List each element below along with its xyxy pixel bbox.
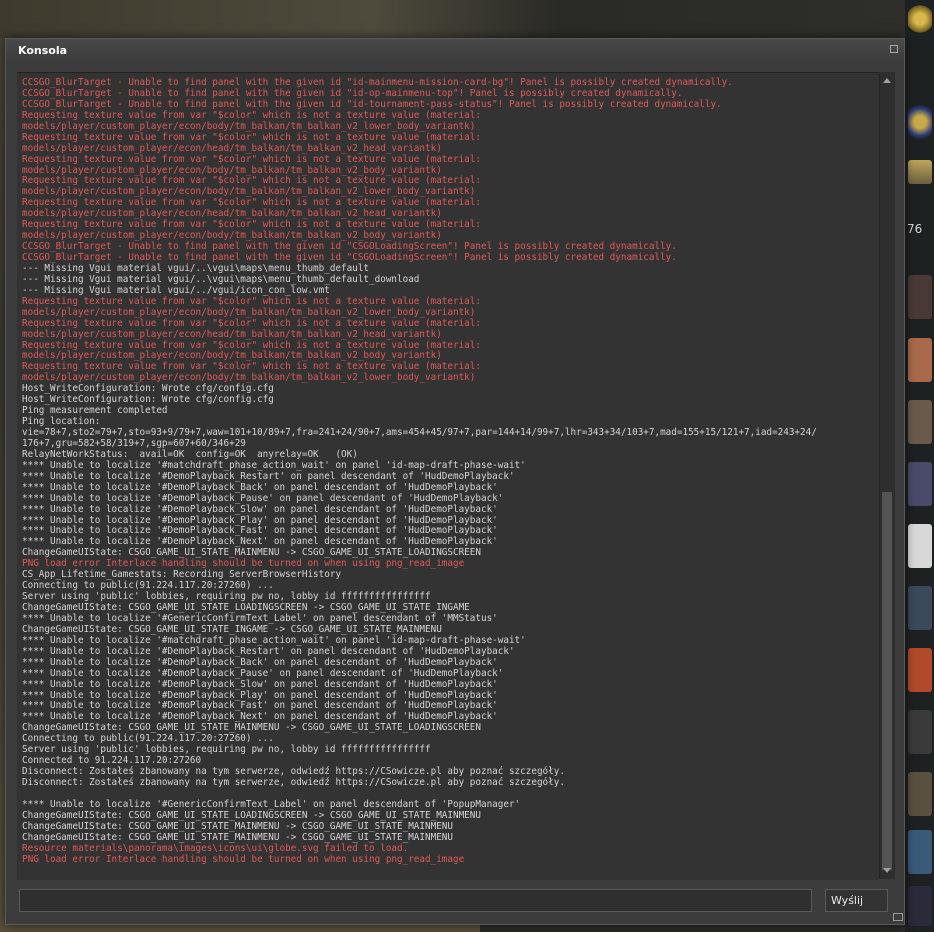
friend-avatar[interactable] — [908, 830, 932, 874]
friend-avatar[interactable] — [908, 648, 932, 692]
friend-avatar[interactable] — [908, 400, 932, 444]
log-line: **** Unable to localize '#DemoPlayback_B… — [22, 656, 498, 668]
error-log-line: models/player/custom_player/econ/head/tm… — [22, 142, 442, 154]
console-output[interactable]: CCSGO_BlurTarget - Unable to find panel … — [17, 72, 879, 880]
log-line: **** Unable to localize '#DemoPlayback_S… — [22, 678, 498, 690]
friend-avatar[interactable] — [908, 275, 932, 319]
friend-avatar[interactable] — [908, 772, 932, 816]
log-line: **** Unable to localize '#DemoPlayback_B… — [22, 481, 498, 493]
friend-avatar[interactable] — [908, 710, 932, 754]
error-log-line: Requesting texture value from var "$colo… — [22, 153, 481, 165]
command-input[interactable] — [19, 889, 812, 912]
error-log-line: Requesting texture value from var "$colo… — [22, 317, 481, 329]
error-log-line: models/player/custom_player/econ/head/tm… — [22, 328, 442, 340]
maximize-icon[interactable] — [890, 45, 898, 53]
error-log-line: Requesting texture value from var "$colo… — [22, 131, 481, 143]
log-line: Ping measurement completed — [22, 405, 168, 417]
title-bar[interactable]: Konsola — [6, 39, 904, 61]
scroll-down-icon[interactable] — [883, 868, 891, 873]
log-line: ChangeGameUIState: CSGO_GAME_UI_STATE_MA… — [22, 831, 453, 843]
error-log-line: Resource materials\panorama\images\icons… — [22, 842, 409, 854]
window-title: Konsola — [18, 44, 68, 57]
error-log-line: PNG load error Interlace handling should… — [22, 853, 465, 865]
console-window: Konsola CCSGO_BlurTarget - Unable to fin… — [5, 38, 905, 925]
log-line: **** Unable to localize '#DemoPlayback_P… — [22, 667, 504, 679]
friend-avatar[interactable] — [908, 586, 932, 630]
friend-avatar[interactable] — [908, 886, 932, 926]
rank-icon — [908, 160, 932, 184]
send-button[interactable]: Wyślij — [825, 889, 888, 912]
friend-avatar[interactable] — [908, 338, 932, 382]
coin-icon — [908, 100, 932, 144]
scrollbar[interactable] — [879, 72, 895, 879]
log-line: **** Unable to localize '#DemoPlayback_P… — [22, 492, 504, 504]
friend-avatar[interactable] — [908, 524, 932, 568]
log-lines: CCSGO_BlurTarget - Unable to find panel … — [22, 77, 817, 866]
side-counter: 76 — [907, 222, 923, 236]
log-line: Disconnect: Zostałeś zbanowany na tym se… — [22, 777, 565, 788]
scroll-thumb[interactable] — [882, 492, 892, 870]
log-line: **** Unable to localize '#DemoPlayback_S… — [22, 503, 498, 515]
error-log-line: models/player/custom_player/econ/body/tm… — [22, 306, 476, 318]
resize-grip-icon[interactable] — [893, 913, 903, 921]
medal-icon — [908, 4, 932, 34]
friend-avatar[interactable] — [908, 462, 932, 506]
game-top-bar — [0, 0, 934, 38]
scroll-up-icon[interactable] — [883, 78, 891, 83]
